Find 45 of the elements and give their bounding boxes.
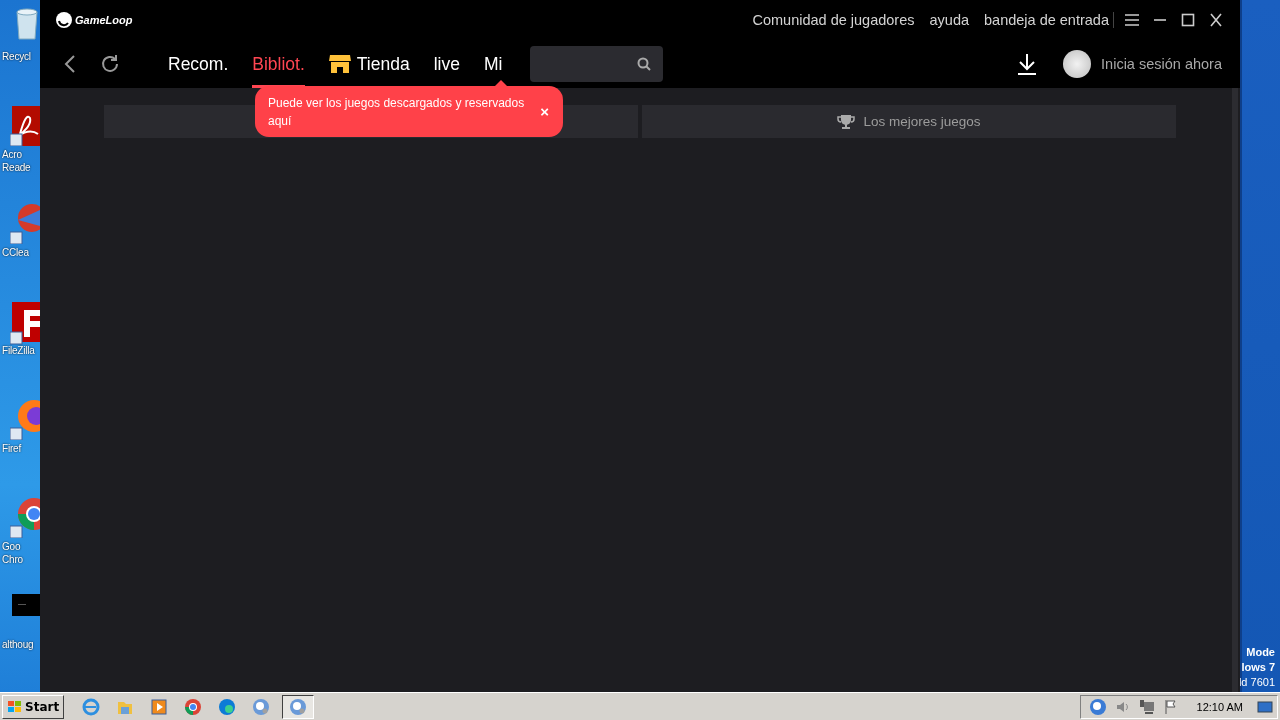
windows-logo-icon bbox=[7, 699, 23, 714]
icon-label: Firef bbox=[2, 442, 21, 455]
nav-tab[interactable]: Mi bbox=[483, 40, 503, 88]
flag-icon[interactable] bbox=[1162, 698, 1179, 715]
nav-tab[interactable]: live bbox=[433, 40, 460, 88]
download-icon[interactable] bbox=[1017, 53, 1038, 75]
logo-icon bbox=[56, 12, 72, 28]
icon-label: FileZilla bbox=[2, 344, 35, 357]
login-link[interactable]: Inicia sesión ahora bbox=[1101, 56, 1222, 72]
category-tab[interactable]: Los mejores juegos bbox=[642, 105, 1176, 138]
header-link[interactable]: Comunidad de jugadores bbox=[752, 12, 915, 28]
show-desktop-icon[interactable] bbox=[1257, 699, 1273, 714]
search-icon[interactable] bbox=[637, 57, 652, 71]
taskbar-button[interactable] bbox=[282, 694, 315, 719]
app-logo-text: GameLoop bbox=[75, 14, 133, 26]
icon-label: Goo Chro bbox=[2, 540, 23, 566]
scrollbar[interactable] bbox=[1232, 88, 1238, 692]
start-button[interactable]: Start bbox=[2, 694, 65, 719]
trophy-icon bbox=[837, 113, 856, 130]
gamepad-app-icon[interactable] bbox=[1088, 697, 1107, 716]
clock[interactable]: 12:10 AM bbox=[1196, 700, 1243, 713]
maximize-icon[interactable] bbox=[1180, 13, 1196, 27]
desktop-text: lows 7 bbox=[1241, 660, 1276, 675]
menu-icon[interactable] bbox=[1124, 13, 1140, 27]
search-field[interactable] bbox=[530, 46, 664, 82]
document-app-icon[interactable] bbox=[10, 104, 40, 146]
close-icon[interactable] bbox=[1208, 13, 1224, 27]
network-icon[interactable] bbox=[1138, 698, 1155, 715]
shop-icon bbox=[328, 54, 351, 74]
recycle-bin-icon[interactable] bbox=[14, 6, 40, 40]
icon-label: althoug bbox=[2, 638, 34, 651]
header-link[interactable]: bandeja de entrada bbox=[984, 12, 1109, 28]
icon-label: CClea bbox=[2, 246, 29, 259]
avatar[interactable] bbox=[1063, 50, 1092, 78]
nav-tab[interactable]: Recom. bbox=[168, 40, 229, 88]
icon-label: Acro Reade bbox=[2, 148, 31, 174]
icon-label: Recycl bbox=[2, 50, 31, 63]
refresh-icon[interactable] bbox=[100, 54, 120, 74]
ftp-app-icon[interactable] bbox=[10, 300, 40, 346]
header-link[interactable]: ayuda bbox=[929, 12, 969, 28]
file-thumbnail-icon[interactable] bbox=[12, 594, 40, 616]
tooltip-text: Puede ver los juegos descargados y reservados aquí bbox=[268, 94, 526, 130]
desktop-text: Mode bbox=[1246, 645, 1276, 660]
desktop-text: ld 7601 bbox=[1238, 675, 1276, 690]
nav-tab[interactable]: Tienda bbox=[328, 40, 410, 88]
